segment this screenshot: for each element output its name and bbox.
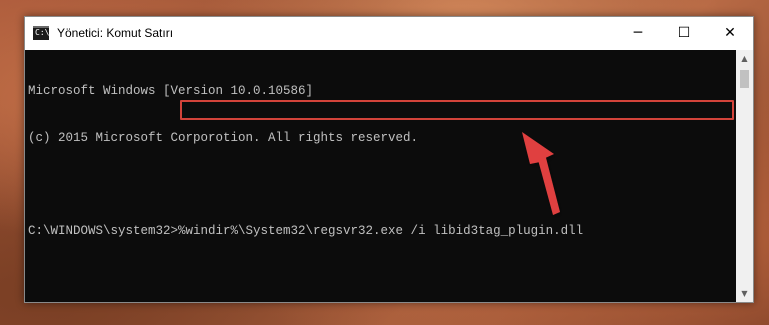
cmd-icon: C:\ bbox=[33, 26, 49, 40]
command-highlight-box bbox=[180, 100, 734, 120]
minimize-button[interactable]: ─ bbox=[615, 17, 661, 49]
title-bar[interactable]: C:\ Yönetici: Komut Satırı ─ ☐ ✕ bbox=[25, 17, 753, 49]
cmd-icon-glyph: C:\ bbox=[35, 28, 50, 37]
command-line: C:\WINDOWS\system32>%windir%\System32\re… bbox=[28, 223, 584, 238]
maximize-button[interactable]: ☐ bbox=[661, 17, 707, 49]
scroll-down-button[interactable]: ▼ bbox=[736, 285, 753, 302]
scroll-up-button[interactable]: ▲ bbox=[736, 50, 753, 67]
console-line: Microsoft Windows [Version 10.0.10586] bbox=[28, 84, 314, 98]
close-button[interactable]: ✕ bbox=[707, 17, 753, 49]
pointer-arrow-icon bbox=[522, 132, 560, 215]
window-controls: ─ ☐ ✕ bbox=[615, 17, 753, 49]
console-output[interactable]: Microsoft Windows [Version 10.0.10586] (… bbox=[25, 50, 736, 302]
window-title: Yönetici: Komut Satırı bbox=[57, 26, 174, 40]
console-line: (c) 2015 Microsoft Corporotion. All righ… bbox=[28, 130, 419, 145]
scrollbar-thumb[interactable] bbox=[740, 70, 749, 88]
vertical-scrollbar[interactable]: ▲ ▼ bbox=[736, 50, 753, 302]
command-prompt-window: C:\ Yönetici: Komut Satırı ─ ☐ ✕ Microso… bbox=[24, 16, 754, 303]
